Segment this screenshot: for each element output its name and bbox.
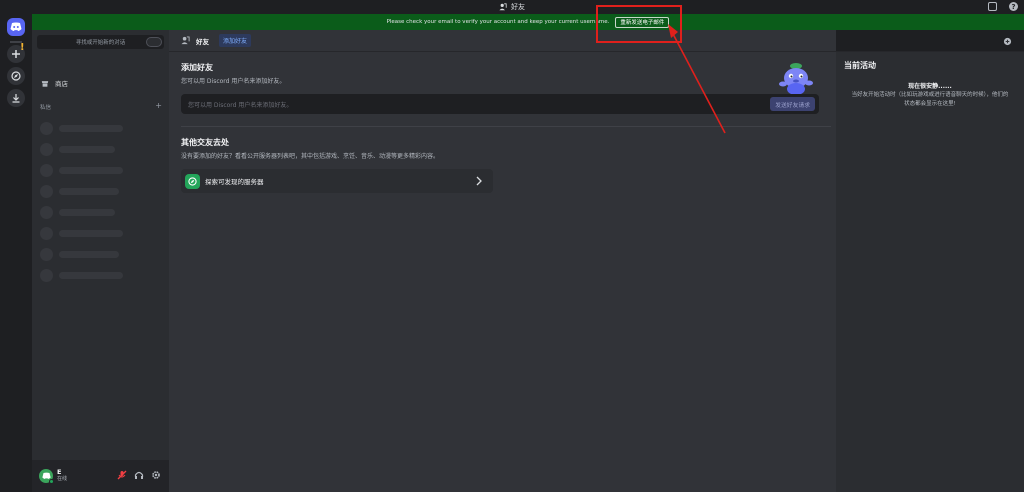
explore-label: 探索可发现的服务器 <box>205 178 264 186</box>
headphones-icon <box>134 471 144 479</box>
annotation-arrow <box>668 24 726 134</box>
window-title-text: 好友 <box>511 3 525 11</box>
avatar[interactable] <box>39 469 54 484</box>
send-friend-request-button[interactable]: 发送好友请求 <box>770 97 815 111</box>
discord-logo-icon <box>10 22 22 31</box>
toggle-icon[interactable] <box>146 37 162 47</box>
compass-icon <box>11 71 21 81</box>
dm-section-header: 私信 + <box>40 102 162 112</box>
status-dot <box>49 479 54 484</box>
dm-placeholder-row <box>40 227 123 240</box>
dm-header-label: 私信 <box>40 105 52 111</box>
search-placeholder: 寻找或开始新的对话 <box>75 40 126 46</box>
gear-icon <box>152 471 160 479</box>
download-apps-button[interactable] <box>7 89 25 107</box>
mute-button[interactable] <box>117 470 127 480</box>
other-places-section: 其他交友去处 没有要添加的好友？看看公开服务器列表吧，其中包括游戏、烹饪、音乐、… <box>181 137 439 160</box>
verify-email-banner: Please check your email to verify your a… <box>32 14 1024 30</box>
active-now-empty-title: 现在很安静...... <box>908 83 952 90</box>
dm-placeholder-row <box>40 164 123 177</box>
window-title: 好友 <box>499 2 525 12</box>
sidebar-item-shop[interactable]: 商店 <box>37 75 165 91</box>
user-panel: E 在线 <box>32 460 169 492</box>
explore-servers-button[interactable] <box>7 67 25 85</box>
discord-home-button[interactable] <box>7 18 25 36</box>
dm-placeholder-row <box>40 269 123 282</box>
topbar-title: 好友 <box>196 37 209 46</box>
other-places-heading: 其他交友去处 <box>181 138 229 147</box>
warning-icon: ! <box>20 42 25 53</box>
explore-discoverable-servers-button[interactable]: 探索可发现的服务器 <box>181 169 493 193</box>
user-settings-button[interactable] <box>151 470 161 480</box>
create-dm-button[interactable]: + <box>155 102 162 111</box>
new-group-dm-icon[interactable] <box>1003 37 1012 46</box>
active-now-heading: 当前活动 <box>844 61 876 70</box>
download-icon <box>12 94 20 103</box>
username: E <box>57 468 62 476</box>
dm-placeholder-row <box>40 143 115 156</box>
dm-placeholder-row <box>40 122 123 135</box>
deafen-button[interactable] <box>134 470 144 480</box>
wumpus-mascot-illustration <box>779 63 813 95</box>
user-info[interactable]: E 在线 <box>57 469 67 483</box>
dm-placeholder-row <box>40 248 119 261</box>
add-friend-placeholder: 您可以用 Discord 用户名来添加好友。 <box>188 101 293 109</box>
compass-icon <box>185 173 200 189</box>
microphone-muted-icon <box>117 470 127 480</box>
friends-icon <box>499 3 507 11</box>
shop-icon <box>41 79 49 87</box>
search-conversation-button[interactable]: 寻找或开始新的对话 <box>37 35 164 49</box>
friends-icon <box>181 36 190 45</box>
server-rail: ! <box>0 14 32 492</box>
user-status: 在线 <box>57 476 68 482</box>
sidebar-item-label: 商店 <box>55 80 68 88</box>
active-now-empty-description: 当好友开始活动时（比如玩游戏或进行语音聊天的时候），他们的状态都会显示在这里! <box>851 92 1009 107</box>
dm-placeholder-row <box>40 185 119 198</box>
tab-add-friend[interactable]: 添加好友 <box>219 34 252 47</box>
dm-placeholder-row <box>40 206 115 219</box>
chevron-right-icon <box>476 176 482 186</box>
inbox-icon[interactable] <box>988 2 997 11</box>
other-places-subtitle: 没有要添加的好友？看看公开服务器列表吧，其中包括游戏、烹饪、音乐、动漫等更多精彩… <box>181 153 440 160</box>
dm-sidebar: 寻找或开始新的对话 好友 商店 私信 + <box>32 30 1024 492</box>
help-icon[interactable]: ? <box>1009 2 1018 11</box>
active-now-panel: 当前活动 现在很安静...... 当好友开始活动时（比如玩游戏或进行语音聊天的时… <box>836 52 1024 492</box>
title-bar: 好友 ? <box>0 0 1024 14</box>
banner-message: Please check your email to verify your a… <box>386 19 610 25</box>
